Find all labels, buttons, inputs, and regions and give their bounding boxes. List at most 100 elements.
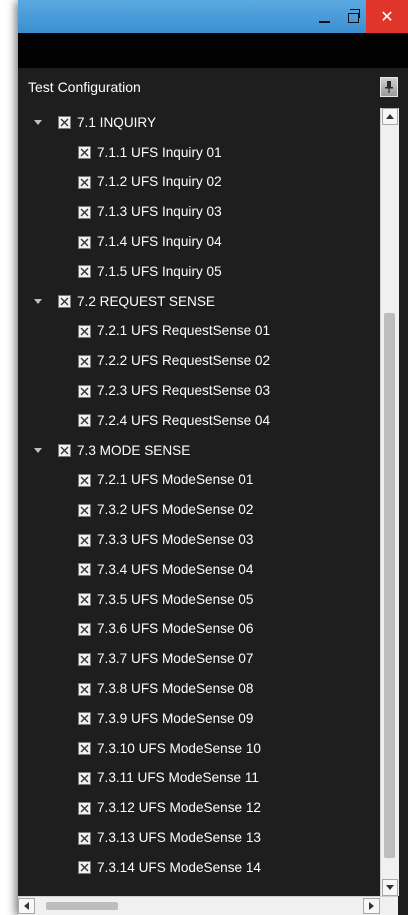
tree-item-label: 7.3.13 UFS ModeSense 13 — [97, 830, 261, 846]
tree-checkbox[interactable] — [78, 771, 91, 785]
tree-checkbox[interactable] — [78, 146, 91, 160]
tree-checkbox[interactable] — [78, 414, 91, 428]
test-tree[interactable]: 7.1 INQUIRY 7.1.1 UFS Inquiry 01 7.1.2 UFS… — [18, 108, 380, 896]
tree-item-row[interactable]: 7.3.4 UFS ModeSense 04 — [18, 555, 380, 585]
tree-checkbox[interactable] — [78, 801, 91, 815]
tree-item-label: 7.1.5 UFS Inquiry 05 — [97, 263, 222, 279]
tree-item-label: 7.3.6 UFS ModeSense 06 — [97, 621, 254, 637]
tree-item-label: 7.3.8 UFS ModeSense 08 — [97, 681, 254, 697]
tree-item-row[interactable]: 7.1.5 UFS Inquiry 05 — [18, 257, 380, 287]
expand-arrow-icon[interactable] — [30, 294, 46, 310]
tree-item-row[interactable]: 7.1.1 UFS Inquiry 01 — [18, 138, 380, 168]
tree-item-row[interactable]: 7.3.8 UFS ModeSense 08 — [18, 674, 380, 704]
horizontal-scroll-thumb[interactable] — [46, 902, 118, 910]
tree-checkbox[interactable] — [78, 563, 91, 577]
tree-item-row[interactable]: 7.3.9 UFS ModeSense 09 — [18, 704, 380, 734]
tree-item-label: 7.2.3 UFS RequestSense 03 — [97, 383, 271, 399]
tree-item-row[interactable]: 7.3.6 UFS ModeSense 06 — [18, 615, 380, 645]
tree-checkbox[interactable] — [58, 295, 71, 309]
tree-item-label: 7.3.11 UFS ModeSense 11 — [97, 770, 259, 786]
tree-item-row[interactable]: 7.2.1 UFS RequestSense 01 — [18, 317, 380, 347]
tree-checkbox[interactable] — [58, 116, 71, 130]
tree-item-row[interactable]: 7.2.2 UFS RequestSense 02 — [18, 346, 380, 376]
tree-checkbox[interactable] — [78, 324, 91, 338]
restore-icon — [345, 9, 360, 23]
scroll-right-button[interactable] — [363, 898, 380, 914]
tree-item-row[interactable]: 7.1.2 UFS Inquiry 02 — [18, 168, 380, 198]
tree-item-label: 7.3.4 UFS ModeSense 04 — [97, 561, 254, 577]
tree-checkbox[interactable] — [78, 205, 91, 219]
tree-checkbox[interactable] — [78, 175, 91, 189]
tree-checkbox[interactable] — [78, 384, 91, 398]
tree-group-label: 7.3 MODE SENSE — [77, 442, 191, 458]
panel-header: Test Configuration — [18, 68, 408, 108]
vertical-scroll-thumb[interactable] — [384, 313, 395, 858]
tree-item-row[interactable]: 7.3.7 UFS ModeSense 07 — [18, 644, 380, 674]
tree-item-label: 7.3.7 UFS ModeSense 07 — [97, 651, 254, 667]
maximize-button[interactable] — [338, 0, 366, 33]
tree-item-label: 7.3.12 UFS ModeSense 12 — [97, 800, 261, 816]
tree-checkbox[interactable] — [78, 831, 91, 845]
tree-checkbox[interactable] — [78, 622, 91, 636]
tree-checkbox[interactable] — [78, 265, 91, 279]
minimize-icon — [318, 11, 330, 23]
expand-arrow-icon[interactable] — [30, 443, 46, 459]
tree-group-label: 7.1 INQUIRY — [77, 114, 157, 130]
tree-item-label: 7.3.5 UFS ModeSense 05 — [97, 591, 254, 607]
tree-item-label: 7.3.2 UFS ModeSense 02 — [97, 502, 254, 518]
tree-group-label: 7.2 REQUEST SENSE — [77, 293, 216, 309]
scroll-up-button[interactable] — [382, 108, 398, 125]
tree-checkbox[interactable] — [78, 682, 91, 696]
pin-button[interactable] — [380, 77, 398, 97]
vertical-scrollbar[interactable] — [380, 108, 399, 896]
tree-item-label: 7.3.9 UFS ModeSense 09 — [97, 710, 254, 726]
tree-checkbox[interactable] — [58, 444, 71, 458]
tree-checkbox[interactable] — [78, 235, 91, 249]
tree-item-row[interactable]: 7.3.11 UFS ModeSense 11 — [18, 764, 380, 794]
tree-item-label: 7.1.1 UFS Inquiry 01 — [97, 144, 222, 160]
app-window: ✕ Test Configuration 7.1 INQUIRY 7.1.1 UF… — [18, 0, 408, 915]
tree-group-row[interactable]: 7.3 MODE SENSE — [18, 436, 380, 466]
tree-item-row[interactable]: 7.3.3 UFS ModeSense 03 — [18, 525, 380, 555]
tree-item-row[interactable]: 7.3.5 UFS ModeSense 05 — [18, 585, 380, 615]
tree-item-label: 7.1.3 UFS Inquiry 03 — [97, 204, 222, 220]
tree-item-row[interactable]: 7.2.4 UFS RequestSense 04 — [18, 406, 380, 436]
tree-checkbox[interactable] — [78, 742, 91, 756]
tree-item-row[interactable]: 7.3.14 UFS ModeSense 14 — [18, 853, 380, 883]
title-bar[interactable]: ✕ — [18, 0, 408, 33]
tree-group-row[interactable]: 7.2 REQUEST SENSE — [18, 287, 380, 317]
tree-checkbox[interactable] — [78, 861, 91, 875]
scroll-down-button[interactable] — [382, 879, 398, 896]
tree-item-label: 7.3.10 UFS ModeSense 10 — [97, 740, 261, 756]
tree-checkbox[interactable] — [78, 354, 91, 368]
tree-checkbox[interactable] — [78, 712, 91, 726]
test-configuration-panel: Test Configuration 7.1 INQUIRY 7.1.1 UFS … — [18, 68, 408, 915]
tree-item-row[interactable]: 7.3.10 UFS ModeSense 10 — [18, 734, 380, 764]
tree-item-label: 7.2.4 UFS RequestSense 04 — [97, 412, 271, 428]
tree-checkbox[interactable] — [78, 503, 91, 517]
close-button[interactable]: ✕ — [366, 0, 408, 33]
tree-item-row[interactable]: 7.3.13 UFS ModeSense 13 — [18, 823, 380, 853]
tree-item-row[interactable]: 7.3.2 UFS ModeSense 02 — [18, 495, 380, 525]
tree-item-row[interactable]: 7.1.3 UFS Inquiry 03 — [18, 197, 380, 227]
pin-icon — [384, 81, 394, 93]
tree-checkbox[interactable] — [78, 473, 91, 487]
tree-item-row[interactable]: 7.1.4 UFS Inquiry 04 — [18, 227, 380, 257]
tree-item-row[interactable]: 7.2.1 UFS ModeSense 01 — [18, 466, 380, 496]
tree-group-row[interactable]: 7.1 INQUIRY — [18, 108, 380, 138]
minimize-button[interactable] — [310, 0, 338, 33]
tree-item-label: 7.1.4 UFS Inquiry 04 — [97, 234, 222, 250]
tree-checkbox[interactable] — [78, 593, 91, 607]
tree-item-label: 7.1.2 UFS Inquiry 02 — [97, 174, 222, 190]
tree-checkbox[interactable] — [78, 533, 91, 547]
expand-arrow-icon[interactable] — [30, 115, 46, 131]
scroll-left-button[interactable] — [18, 898, 35, 914]
arrow-up-icon — [386, 114, 394, 119]
tree-item-row[interactable]: 7.3.12 UFS ModeSense 12 — [18, 793, 380, 823]
close-icon: ✕ — [380, 8, 394, 26]
arrow-down-icon — [386, 885, 394, 890]
horizontal-scrollbar[interactable] — [18, 896, 398, 915]
tree-item-row[interactable]: 7.2.3 UFS RequestSense 03 — [18, 376, 380, 406]
tree-checkbox[interactable] — [78, 652, 91, 666]
arrow-left-icon — [24, 902, 29, 910]
